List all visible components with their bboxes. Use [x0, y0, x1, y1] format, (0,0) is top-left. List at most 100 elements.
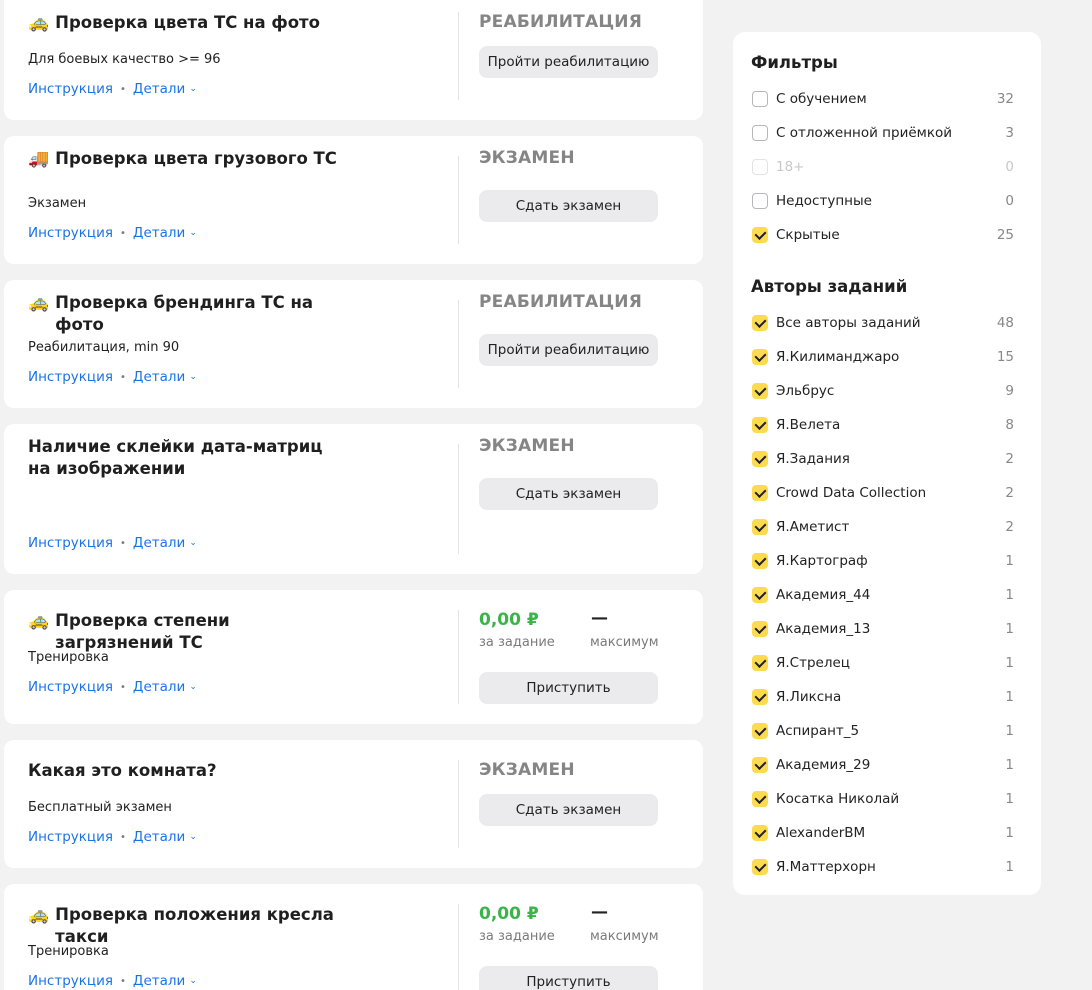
instruction-link[interactable]: Инструкция [28, 81, 113, 97]
checkbox-checked[interactable] [752, 315, 768, 331]
task-card[interactable]: Какая это комната? Бесплатный экзамен Ин… [4, 740, 703, 868]
instruction-link[interactable]: Инструкция [28, 829, 113, 845]
author-filter[interactable]: Я.Велета 8 [752, 415, 1014, 435]
chevron-down-icon[interactable]: ⌄ [189, 976, 197, 986]
exam-button[interactable]: Сдать экзамен [479, 190, 658, 222]
filter-hidden[interactable]: Скрытые 25 [752, 225, 1014, 245]
task-title[interactable]: 🚕 Проверка брендинга ТС на фото [28, 292, 348, 336]
chevron-down-icon[interactable]: ⌄ [189, 538, 197, 548]
author-label: Я.Аметист [776, 519, 850, 535]
checkbox[interactable] [752, 91, 768, 107]
checkbox [752, 159, 768, 175]
taxi-icon: 🚕 [28, 905, 50, 925]
task-card[interactable]: 🚚 Проверка цвета грузового ТС Экзамен Ин… [4, 136, 703, 264]
checkbox-checked[interactable] [752, 227, 768, 243]
exam-button[interactable]: Сдать экзамен [479, 478, 658, 510]
filter-delayed-acceptance[interactable]: С отложенной приёмкой 3 [752, 123, 1014, 143]
rehab-button[interactable]: Пройти реабилитацию [479, 46, 658, 78]
chevron-down-icon[interactable]: ⌄ [189, 228, 197, 238]
details-link[interactable]: Детали [133, 829, 185, 845]
author-filter[interactable]: AlexanderBM 1 [752, 823, 1014, 843]
max-value: — [591, 902, 608, 922]
filter-with-training[interactable]: С обучением 32 [752, 89, 1014, 109]
chevron-down-icon[interactable]: ⌄ [189, 372, 197, 382]
chevron-down-icon[interactable]: ⌄ [189, 682, 197, 692]
author-count: 1 [1005, 757, 1014, 773]
task-title[interactable]: 🚕 Проверка степени загрязнений ТС [28, 610, 348, 654]
checkbox-checked[interactable] [752, 349, 768, 365]
instruction-link[interactable]: Инструкция [28, 225, 113, 241]
checkbox[interactable] [752, 193, 768, 209]
task-title[interactable]: Какая это комната? [28, 760, 348, 782]
checkbox-checked[interactable] [752, 655, 768, 671]
author-label: Я.Маттерхорн [776, 859, 876, 875]
checkbox-checked[interactable] [752, 451, 768, 467]
task-card[interactable]: 🚕 Проверка положения кресла такси Тренир… [4, 884, 703, 990]
chevron-down-icon[interactable]: ⌄ [189, 84, 197, 94]
instruction-link[interactable]: Инструкция [28, 679, 113, 695]
author-filter[interactable]: Академия_44 1 [752, 585, 1014, 605]
checkbox-checked[interactable] [752, 519, 768, 535]
author-label: Я.Велета [776, 417, 841, 433]
task-card[interactable]: 🚕 Проверка брендинга ТС на фото Реабилит… [4, 280, 703, 408]
author-label: Аспирант_5 [776, 723, 860, 739]
chevron-down-icon[interactable]: ⌄ [189, 832, 197, 842]
checkbox-checked[interactable] [752, 621, 768, 637]
checkbox-checked[interactable] [752, 859, 768, 875]
start-button[interactable]: Приступить [479, 966, 658, 990]
instruction-link[interactable]: Инструкция [28, 369, 113, 385]
author-filter[interactable]: Я.Аметист 2 [752, 517, 1014, 537]
author-filter[interactable]: Аспирант_5 1 [752, 721, 1014, 741]
author-filter[interactable]: Академия_13 1 [752, 619, 1014, 639]
author-filter[interactable]: Я.Маттерхорн 1 [752, 857, 1014, 877]
checkbox-checked[interactable] [752, 485, 768, 501]
task-card[interactable]: 🚕 Проверка степени загрязнений ТС Тренир… [4, 590, 703, 724]
task-links: Инструкция • Детали ⌄ [28, 535, 197, 551]
author-filter[interactable]: Все авторы заданий 48 [752, 313, 1014, 333]
author-filter[interactable]: Косатка Николай 1 [752, 789, 1014, 809]
details-link[interactable]: Детали [133, 535, 185, 551]
instruction-link[interactable]: Инструкция [28, 973, 113, 989]
author-filter[interactable]: Я.Килиманджаро 15 [752, 347, 1014, 367]
details-link[interactable]: Детали [133, 973, 185, 989]
details-link[interactable]: Детали [133, 225, 185, 241]
author-filter[interactable]: Эльбрус 9 [752, 381, 1014, 401]
details-link[interactable]: Детали [133, 679, 185, 695]
author-filter[interactable]: Crowd Data Collection 2 [752, 483, 1014, 503]
author-label: Crowd Data Collection [776, 485, 927, 501]
separator-dot: • [120, 371, 126, 383]
checkbox-checked[interactable] [752, 757, 768, 773]
task-title[interactable]: 🚕 Проверка положения кресла такси [28, 904, 368, 948]
checkbox-checked[interactable] [752, 417, 768, 433]
task-title[interactable]: 🚕 Проверка цвета ТС на фото [28, 12, 348, 34]
filter-unavailable[interactable]: Недоступные 0 [752, 191, 1014, 211]
checkbox[interactable] [752, 125, 768, 141]
rehab-button[interactable]: Пройти реабилитацию [479, 334, 658, 366]
author-filter[interactable]: Я.Картограф 1 [752, 551, 1014, 571]
author-filter[interactable]: Я.Задания 2 [752, 449, 1014, 469]
start-button[interactable]: Приступить [479, 672, 658, 704]
checkbox-checked[interactable] [752, 587, 768, 603]
author-filter[interactable]: Академия_29 1 [752, 755, 1014, 775]
checkbox-checked[interactable] [752, 825, 768, 841]
checkbox-checked[interactable] [752, 723, 768, 739]
exam-button[interactable]: Сдать экзамен [479, 794, 658, 826]
instruction-link[interactable]: Инструкция [28, 535, 113, 551]
reward-price: 0,00 ₽ [479, 610, 539, 630]
author-label: Я.Картограф [776, 553, 868, 569]
author-filter[interactable]: Я.Ликсна 1 [752, 687, 1014, 707]
task-title[interactable]: 🚚 Проверка цвета грузового ТС [28, 148, 348, 170]
task-card[interactable]: Наличие склейки дата-матриц на изображен… [4, 424, 703, 574]
details-link[interactable]: Детали [133, 369, 185, 385]
details-link[interactable]: Детали [133, 81, 185, 97]
checkbox-checked[interactable] [752, 383, 768, 399]
author-count: 1 [1005, 791, 1014, 807]
author-filter[interactable]: Я.Стрелец 1 [752, 653, 1014, 673]
task-subtitle: Для боевых качество >= 96 [28, 52, 221, 67]
task-links: Инструкция • Детали ⌄ [28, 369, 197, 385]
checkbox-checked[interactable] [752, 553, 768, 569]
checkbox-checked[interactable] [752, 791, 768, 807]
task-title[interactable]: Наличие склейки дата-матриц на изображен… [28, 436, 338, 480]
task-card[interactable]: 🚕 Проверка цвета ТС на фото Для боевых к… [4, 0, 703, 120]
checkbox-checked[interactable] [752, 689, 768, 705]
